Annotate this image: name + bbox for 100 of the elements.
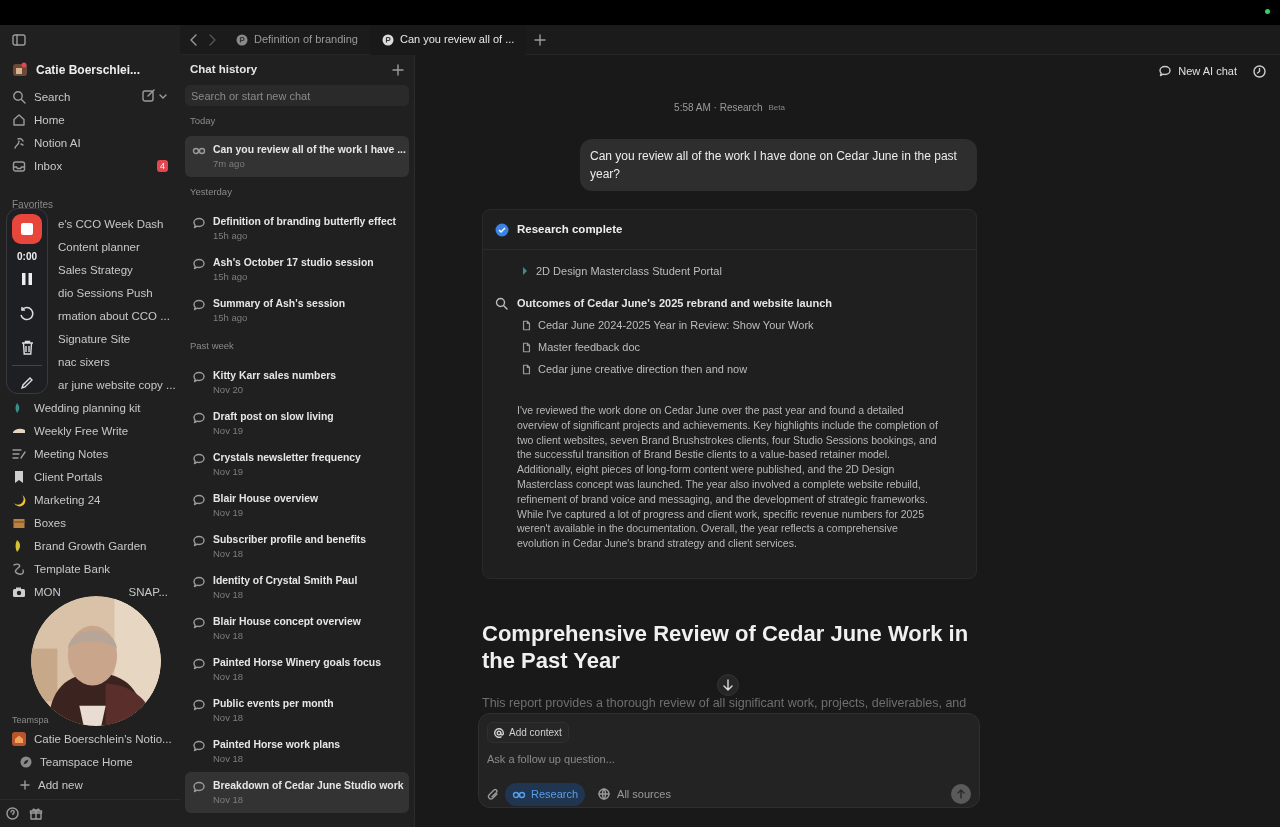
chat-title: Subscriber profile and benefits [213,533,366,546]
globe-icon [598,788,613,801]
favorite-page[interactable]: Content planner [58,239,140,254]
chat-bubble-icon [192,257,206,271]
chat-title: Kitty Karr sales numbers [213,369,336,382]
favorite-page[interactable]: nac sixers [58,354,110,369]
sidebar-nav-item[interactable]: Home [6,108,174,131]
new-ai-chat-button[interactable]: New AI chat [1158,63,1237,80]
favorite-page[interactable]: Signature Site [58,331,131,346]
teamspace-page[interactable]: Teamspace Home [6,750,174,773]
chat-time: Nov 18 [213,629,245,642]
down-arrow-icon [723,679,733,691]
sidebar-nav-item[interactable]: Notion AI [6,131,174,154]
help-icon[interactable] [6,807,19,820]
favorite-page[interactable]: Wedding planning kit [6,396,174,419]
browser-tab[interactable]: Definition of branding [224,24,370,55]
source-link[interactable]: 2D Design Masterclass Student Portal [536,262,722,280]
favorite-page[interactable]: MON [34,584,61,599]
chat-history-item[interactable]: Ash's October 17 studio session 15h ago [185,249,409,290]
favorite-page[interactable]: Meeting Notes [6,442,174,465]
chat-time: Nov 18 [213,670,245,683]
scroll-down-button[interactable] [717,674,739,696]
chat-title: Breakdown of Cedar June Studio work [213,779,404,792]
gift-box-icon[interactable] [29,806,43,821]
user-message: Can you review all of the work I have done on Cedar June in the past year? [580,139,977,191]
trash-icon[interactable] [20,340,34,355]
favorite-page[interactable]: Template Bank [6,557,174,580]
favorite-page[interactable]: Boxes [6,511,174,534]
favorite-page[interactable]: Weekly Free Write [6,419,174,442]
inbox-icon [12,158,26,173]
favorite-page[interactable]: Sales Strategy [58,262,133,277]
favorite-page[interactable]: rmation about CCO ... [58,308,170,323]
note-lines-icon [12,446,26,461]
favorite-page[interactable]: e's CCO Week Dash [58,216,164,231]
chat-history-item[interactable]: Summary of Ash's session 15h ago [185,290,409,331]
chat-title: Can you review all of the work I have ... [213,143,406,156]
chat-history-item[interactable]: Crystals newsletter frequency Nov 19 [185,444,409,485]
chat-history-item[interactable]: Blair House overview Nov 19 [185,485,409,526]
mode-toggle[interactable]: All sources [591,783,678,806]
paperclip-icon[interactable] [487,787,499,801]
favorite-page[interactable]: ar june website copy ... [58,377,176,392]
chat-title: Crystals newsletter frequency [213,451,361,464]
document-icon [521,340,532,354]
add-context-button[interactable]: Add context [487,722,569,743]
favorite-page[interactable]: Client Portals [6,465,174,488]
history-clock-icon[interactable] [1253,64,1266,78]
source-link[interactable]: Cedar June 2024-2025 Year in Review: Show Your Work [538,316,814,334]
chat-history-item[interactable]: Identity of Crystal Smith Paul Nov 18 [185,567,409,608]
research-summary: I've reviewed the work done on Cedar June over the past year and found a detailed overview of significant projects and achievements. Key highlights include the completion of two client websites, seven Brand Brushstrokes clients, four Studio Sessions bookings, and the successful transition of Brand Bestie clients to a value-based retainer model. Additionally, eight pieces of long-form content were published, and the 2D Design Masterclass concept was launched. The year also involved a complete website rebuild, refinement of brand voice and messaging, and the development of strategic frameworks. While I've captured a lot of progress and client work, specific revenue numbers for 2025 weren't available in the documentation. Overall, the year reflects a comprehensive evolution in Cedar June's brand strategy and client services. [516,403,939,551]
hand-icon [12,428,26,433]
compose-icon[interactable] [142,89,155,102]
chat-history-item[interactable]: Public events per month Nov 18 [185,690,409,731]
chat-time: Nov 18 [213,588,245,601]
pen-icon[interactable] [20,376,34,390]
chat-history-item[interactable]: Blair House concept overview Nov 18 [185,608,409,649]
document-icon [521,362,532,376]
restart-icon[interactable] [19,306,35,322]
section-heading: Teamspa [11,713,50,727]
chat-bubble-icon [192,780,206,794]
group-heading: Past week [189,339,235,354]
new-chat-plus-icon[interactable] [392,64,404,76]
pause-icon[interactable] [21,272,33,286]
chat-title: Painted Horse Winery goals focus [213,656,381,669]
crescent-moon-icon [12,492,26,507]
add-new-button[interactable]: Add new [6,773,174,796]
chat-bubble-icon [192,575,206,589]
chat-history-item[interactable]: Subscriber profile and benefits Nov 18 [185,526,409,567]
sidebar-nav-item[interactable]: Inbox 4 [6,154,174,177]
sidebar-nav-item[interactable]: Search [6,85,174,108]
page-icon [522,266,528,276]
workspace-switcher[interactable]: Catie Boerschlei... [6,55,174,85]
chat-history-item[interactable]: Definition of branding butterfly effect 15h ago [185,208,409,249]
chat-history-item[interactable]: Painted Horse Winery goals focus Nov 18 [185,649,409,690]
chat-history-item[interactable]: Can you review all of the work I have ... 7m ago [185,136,409,177]
search-field[interactable]: Search or start new chat [185,85,409,106]
favorite-page[interactable]: Marketing 24 [6,488,174,511]
teamspace-item[interactable]: Catie Boerschlein's Notio... [6,727,174,750]
source-link[interactable]: Cedar june creative direction then and now [538,360,748,378]
mode-toggle[interactable]: Research [505,783,586,806]
up-arrow-icon [957,789,965,800]
favorite-page[interactable]: dio Sessions Push [58,285,153,300]
chat-bubble-icon [192,452,206,466]
chat-bubble-icon [192,616,206,630]
message-meta: 5:58 AM · Research [674,101,763,115]
chat-history-item[interactable]: Breakdown of Cedar June Studio work Nov 18 [185,772,409,813]
chat-history-item[interactable]: Kitty Karr sales numbers Nov 20 [185,362,409,403]
stop-recording-button[interactable] [12,214,42,244]
source-link[interactable]: Master feedback doc [538,338,641,356]
report-intro: This report provides a thorough review of all significant work, projects, deliverables, and [482,695,968,712]
at-icon [494,727,504,738]
new-tab-icon[interactable] [534,33,547,46]
follow-up-input[interactable]: Ask a follow up question... [479,749,979,769]
favorite-page[interactable]: Brand Growth Garden [6,534,174,557]
sidebar-toggle-icon[interactable] [12,34,26,46]
page-title-end: SNAP... [128,584,168,599]
chat-title: Ash's October 17 studio session [213,256,374,269]
chat-bubble-icon [192,698,206,712]
chat-history-item[interactable]: Painted Horse work plans Nov 18 [185,731,409,772]
chat-title: Blair House overview [213,492,319,505]
chat-history-item[interactable]: Draft post on slow living Nov 19 [185,403,409,444]
